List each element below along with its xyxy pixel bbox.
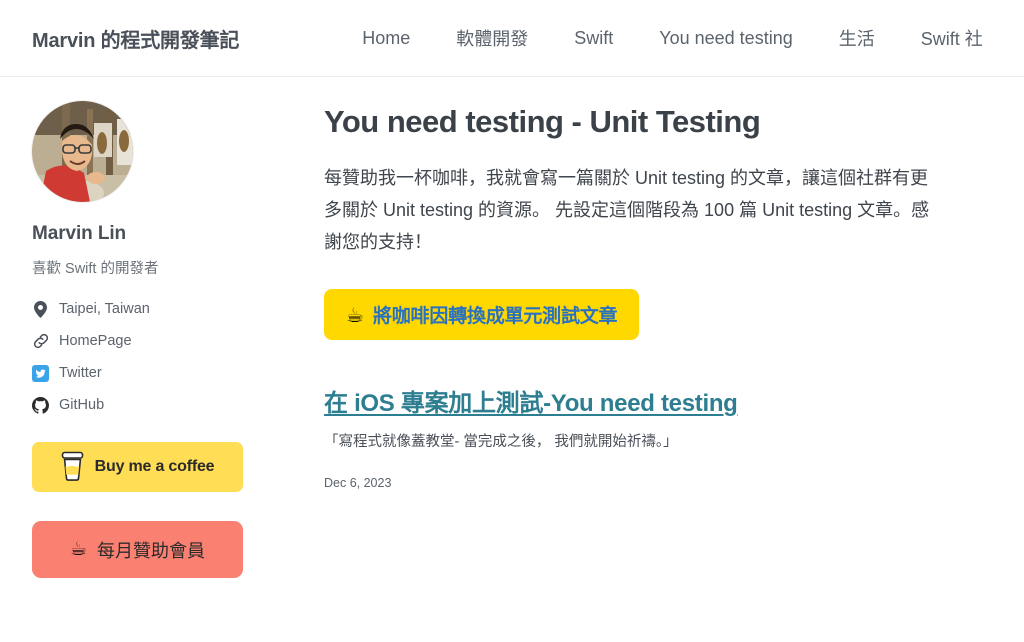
link-icon	[32, 333, 49, 350]
main-content: You need testing - Unit Testing 每贊助我一杯咖啡…	[290, 77, 1024, 490]
monthly-sponsor-label: 每月贊助會員	[97, 540, 206, 561]
main-navigation: Home 軟體開發 Swift You need testing 生活 Swif…	[339, 25, 1006, 51]
profile-location: Taipei, Taiwan	[32, 299, 290, 319]
buy-me-a-coffee-button[interactable]: Buy me a coffee	[32, 442, 243, 492]
site-header: Marvin 的程式開發筆記 Home 軟體開發 Swift You need …	[0, 0, 1024, 77]
coffee-emoji-icon: ☕	[346, 302, 364, 327]
author-tagline: 喜歡 Swift 的開發者	[32, 261, 159, 277]
page-title: You need testing - Unit Testing	[324, 104, 761, 139]
profile-twitter[interactable]: Twitter	[32, 363, 290, 383]
profile-homepage[interactable]: HomePage	[32, 331, 290, 351]
article-list-item: 在 iOS 專案加上測試-You need testing 「寫程式就像蓋教堂-…	[324, 383, 984, 490]
nav-item-life[interactable]: 生活	[816, 25, 898, 51]
twitter-icon	[32, 364, 49, 382]
github-icon	[32, 396, 49, 414]
coffee-emoji-icon: ☕	[69, 538, 88, 560]
profile-sidebar: Marvin Lin 喜歡 Swift 的開發者 Taipei, Taiwan …	[0, 77, 290, 578]
nav-item-home[interactable]: Home	[339, 28, 433, 49]
nav-item-software-development[interactable]: 軟體開發	[433, 25, 551, 51]
profile-location-label: Taipei, Taiwan	[59, 301, 150, 317]
avatar	[32, 101, 133, 202]
convert-caffeine-button[interactable]: ☕ 將咖啡因轉換成單元測試文章	[324, 289, 640, 341]
profile-meta-list: Taipei, Taiwan HomePage Twitter GitHub	[32, 299, 290, 415]
page-body: Marvin Lin 喜歡 Swift 的開發者 Taipei, Taiwan …	[0, 77, 1024, 642]
article-date: Dec 6, 2023	[324, 476, 392, 491]
nav-item-swift-community[interactable]: Swift 社	[898, 25, 1006, 51]
article-title-link[interactable]: 在 iOS 專案加上測試-You need testing	[324, 383, 738, 418]
profile-homepage-label[interactable]: HomePage	[59, 333, 132, 349]
nav-item-swift[interactable]: Swift	[551, 28, 636, 49]
author-name: Marvin Lin	[32, 223, 127, 244]
location-pin-icon	[32, 300, 49, 318]
profile-github-label[interactable]: GitHub	[59, 397, 104, 413]
monthly-sponsor-button[interactable]: ☕ 每月贊助會員	[32, 521, 243, 578]
profile-twitter-label[interactable]: Twitter	[59, 365, 102, 381]
avatar-photo	[32, 101, 133, 202]
site-title[interactable]: Marvin 的程式開發筆記	[32, 24, 239, 53]
convert-caffeine-label: 將咖啡因轉換成單元測試文章	[372, 306, 618, 328]
nav-item-you-need-testing[interactable]: You need testing	[636, 28, 815, 49]
profile-github[interactable]: GitHub	[32, 395, 290, 415]
buy-me-a-coffee-label: Buy me a coffee	[94, 458, 215, 475]
article-excerpt: 「寫程式就像蓋教堂- 當完成之後， 我們就開始祈禱。」	[324, 434, 678, 451]
intro-paragraph: 每贊助我一杯咖啡，我就會寫一篇關於 Unit testing 的文章，讓這個社群…	[324, 168, 930, 253]
coffee-cup-icon	[61, 451, 84, 484]
